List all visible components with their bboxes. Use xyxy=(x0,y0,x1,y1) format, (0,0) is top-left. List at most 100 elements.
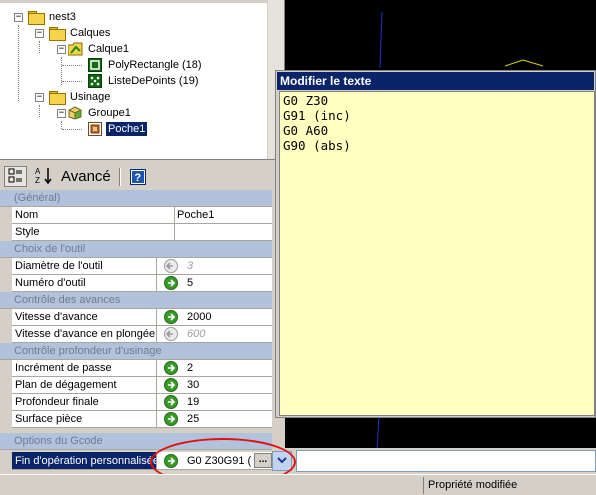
tree-node-listedepoints[interactable]: ListeDePoints (19) xyxy=(88,73,201,89)
expand-calques-button[interactable]: − xyxy=(35,29,44,38)
advanced-label[interactable]: Avancé xyxy=(61,168,111,185)
row-gutter xyxy=(0,452,12,470)
prop-row-style[interactable]: Style xyxy=(0,224,272,241)
tree-line xyxy=(39,105,40,117)
command-input[interactable] xyxy=(296,450,596,472)
inherit-button[interactable] xyxy=(157,258,185,274)
row-gutter xyxy=(0,207,12,224)
prop-row-nom[interactable]: Nom Poche1 xyxy=(0,207,272,224)
tree-node-nest3[interactable]: nest3 xyxy=(28,9,78,25)
project-tree: − nest3 − Calques − Calque1 PolyRectangl… xyxy=(0,0,285,160)
tree-node-groupe1[interactable]: Groupe1 xyxy=(68,105,133,121)
override-button[interactable] xyxy=(157,309,185,325)
prop-value-diametre[interactable]: 3 xyxy=(185,258,272,274)
tree-line xyxy=(39,41,40,53)
dialog-title[interactable]: Modifier le texte xyxy=(277,72,594,90)
tree-node-label: Calques xyxy=(70,27,111,39)
expand-usinage-button[interactable]: − xyxy=(35,93,44,102)
prop-row-fin-operation[interactable]: Fin d'opération personnalisée G0 Z30G91 … xyxy=(0,452,272,470)
tree-node-label: Poche1 xyxy=(104,121,149,137)
gcode-text-area[interactable]: G0 Z30 G91 (inc) G0 A60 G90 (abs) xyxy=(279,91,595,416)
tree-node-polyrectangle[interactable]: PolyRectangle (18) xyxy=(88,57,204,73)
prop-value-plan-degagement[interactable]: 30 xyxy=(185,377,272,393)
row-gutter xyxy=(0,326,12,343)
prop-name: Plan de dégagement xyxy=(12,377,157,393)
svg-text:A: A xyxy=(35,167,41,176)
status-text: Propriété modifiée xyxy=(423,477,596,494)
override-button[interactable] xyxy=(157,275,185,291)
arrow-right-icon xyxy=(164,412,178,426)
row-gutter xyxy=(0,309,12,326)
help-button[interactable]: ? xyxy=(129,166,147,187)
property-grid: (Général) Nom Poche1 Style Choix de l'ou… xyxy=(0,190,272,474)
prop-row-vitesse-avance[interactable]: Vitesse d'avance 2000 xyxy=(0,309,272,326)
category-label: Options du Gcode xyxy=(14,435,103,447)
tree-node-calque1[interactable]: Calque1 xyxy=(67,41,131,57)
layer-folder-icon xyxy=(67,42,83,56)
prop-name: Fin d'opération personnalisée xyxy=(12,452,157,469)
row-gutter xyxy=(0,224,12,241)
prop-value-vitesse-plongee[interactable]: 600 xyxy=(185,326,272,342)
arrow-right-icon xyxy=(164,361,178,375)
prop-row-surface-piece[interactable]: Surface pièce 25 xyxy=(0,411,272,428)
tree-node-usinage[interactable]: Usinage xyxy=(49,89,112,105)
expand-groupe1-button[interactable]: − xyxy=(57,109,66,118)
prop-value-vitesse-avance[interactable]: 2000 xyxy=(185,309,272,325)
gcode-line: G0 Z30 xyxy=(283,93,329,108)
arrow-right-icon xyxy=(164,378,178,392)
tree-top-border xyxy=(0,0,284,3)
category-gcode-options[interactable]: Options du Gcode xyxy=(0,433,272,450)
category-label: (Général) xyxy=(14,192,61,204)
prop-name: Profondeur finale xyxy=(12,394,157,410)
override-button[interactable] xyxy=(157,411,185,427)
arrow-right-icon xyxy=(164,453,178,468)
toolbar-separator xyxy=(118,167,121,186)
category-tool[interactable]: Choix de l'outil xyxy=(0,241,272,258)
prop-row-vitesse-plongee[interactable]: Vitesse d'avance en plongée 600 xyxy=(0,326,272,343)
edit-ellipsis-button[interactable]: ... xyxy=(253,453,272,468)
prop-value-nom[interactable]: Poche1 xyxy=(175,207,272,223)
prop-value-style[interactable] xyxy=(175,224,272,240)
prop-value-increment-passe[interactable]: 2 xyxy=(185,360,272,376)
prop-row-diametre[interactable]: Diamètre de l'outil 3 xyxy=(0,258,272,275)
override-button[interactable] xyxy=(157,452,185,469)
category-label: Contrôle profondeur d'usinage xyxy=(14,345,162,357)
tree-node-poche1[interactable]: Poche1 xyxy=(88,121,149,137)
category-depth-control[interactable]: Contrôle profondeur d'usinage xyxy=(0,343,272,360)
polyrectangle-icon xyxy=(88,58,103,72)
category-general[interactable]: (Général) xyxy=(0,190,272,207)
row-gutter xyxy=(0,258,12,275)
point-list-icon xyxy=(88,74,103,88)
override-button[interactable] xyxy=(157,360,185,376)
prop-row-plan-degagement[interactable]: Plan de dégagement 30 xyxy=(0,377,272,394)
prop-row-numero-outil[interactable]: Numéro d'outil 5 xyxy=(0,275,272,292)
help-icon: ? xyxy=(129,168,146,185)
prop-value-surface-piece[interactable]: 25 xyxy=(185,411,272,427)
tree-line xyxy=(62,81,82,82)
tree-node-calques[interactable]: Calques xyxy=(49,25,112,41)
prop-name: Diamètre de l'outil xyxy=(12,258,157,274)
alphabetical-sort-button[interactable]: A Z xyxy=(33,166,55,187)
prop-value-numero-outil[interactable]: 5 xyxy=(185,275,272,291)
override-button[interactable] xyxy=(157,377,185,393)
row-gutter xyxy=(0,275,12,292)
folder-icon xyxy=(28,10,45,25)
expand-calque1-button[interactable]: − xyxy=(57,45,66,54)
prop-name: Vitesse d'avance xyxy=(12,309,157,325)
category-feed-control[interactable]: Contrôle des avances xyxy=(0,292,272,309)
categorized-view-button[interactable] xyxy=(4,166,27,187)
prop-value-profondeur-finale[interactable]: 19 xyxy=(185,394,272,410)
expand-root-button[interactable]: − xyxy=(14,13,23,22)
dropdown-button[interactable] xyxy=(272,451,292,471)
tree-line xyxy=(62,129,82,130)
prop-row-profondeur-finale[interactable]: Profondeur finale 19 xyxy=(0,394,272,411)
prop-value-fin-operation[interactable]: G0 Z30G91 (in ... xyxy=(185,452,272,469)
prop-row-increment-passe[interactable]: Incrément de passe 2 xyxy=(0,360,272,377)
folder-icon xyxy=(49,26,66,41)
group-cube-icon xyxy=(68,106,83,120)
override-button[interactable] xyxy=(157,394,185,410)
tree-node-label: PolyRectangle (18) xyxy=(108,59,202,71)
gcode-line: G91 (inc) xyxy=(283,108,351,123)
inherit-button[interactable] xyxy=(157,326,185,342)
arrow-left-icon xyxy=(164,259,178,273)
